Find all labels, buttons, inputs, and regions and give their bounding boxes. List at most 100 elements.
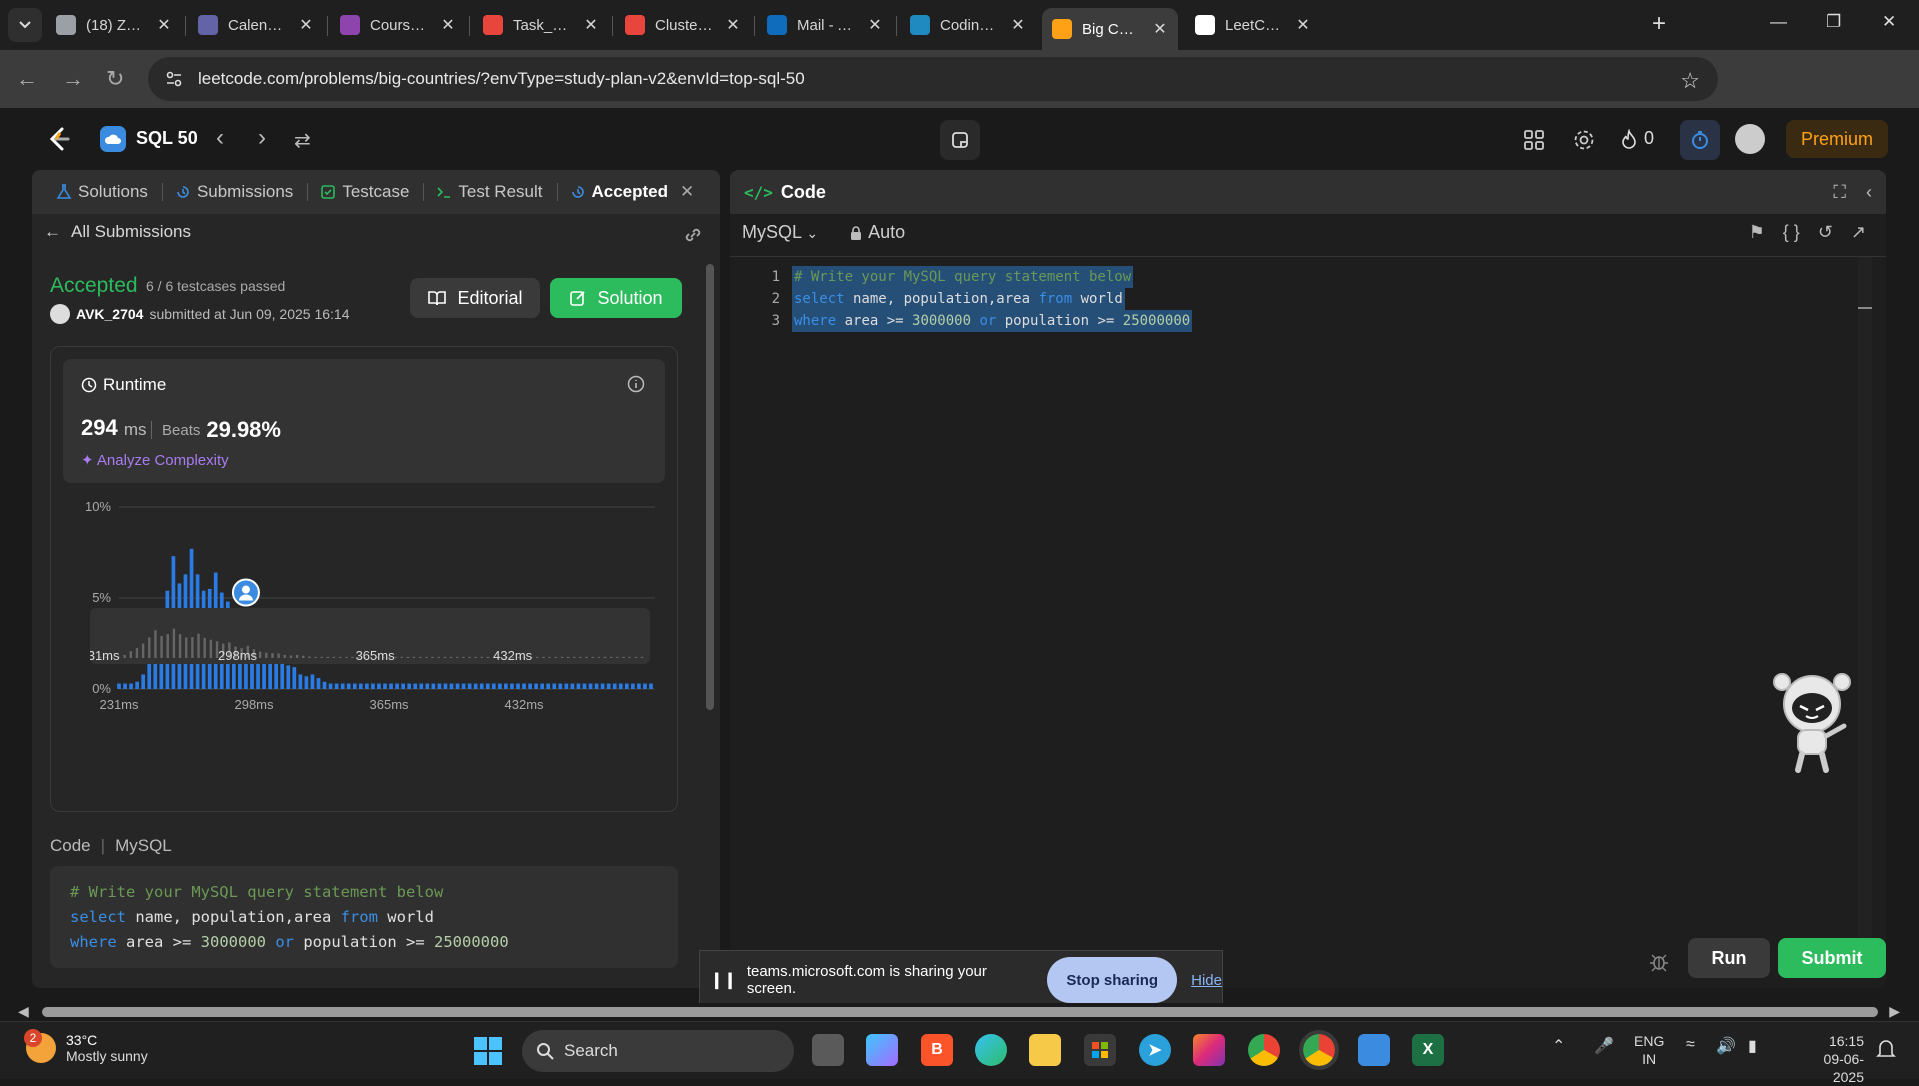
- info-icon[interactable]: [627, 375, 645, 393]
- minimize-icon[interactable]: —: [1770, 12, 1787, 32]
- solution-button[interactable]: Solution: [550, 278, 682, 318]
- chart-range-minimap[interactable]: 231ms 298ms 365ms 432ms: [90, 608, 650, 664]
- browser-tab[interactable]: LeetCode/da ✕: [1185, 8, 1321, 42]
- tab-accepted[interactable]: Accepted ✕: [570, 182, 694, 202]
- prev-problem-icon[interactable]: ‹: [216, 124, 224, 152]
- username[interactable]: AVK_2704: [76, 306, 143, 322]
- analyze-complexity-link[interactable]: ✦ Analyze Complexity: [81, 451, 229, 469]
- back-icon[interactable]: ←: [16, 66, 38, 92]
- site-info-icon[interactable]: [164, 69, 184, 89]
- browser-tab[interactable]: Cluster Detail ✕: [615, 8, 751, 42]
- debug-bug-icon[interactable]: [1648, 950, 1670, 972]
- user-avatar[interactable]: [1735, 124, 1765, 154]
- close-tab-icon[interactable]: ✕: [1295, 15, 1311, 35]
- windows-start-icon[interactable]: [473, 1036, 503, 1066]
- tab-search-button[interactable]: [8, 8, 42, 42]
- notepad-icon[interactable]: [1358, 1034, 1390, 1066]
- excel-icon[interactable]: X: [1412, 1034, 1444, 1066]
- tab-solutions[interactable]: Solutions: [56, 182, 148, 202]
- next-problem-icon[interactable]: ›: [258, 124, 266, 152]
- left-panel-scrollbar[interactable]: [706, 264, 714, 710]
- code-editor[interactable]: 1 2 3 # Write your MySQL query statement…: [730, 256, 1886, 956]
- settings-gear-icon[interactable]: [1572, 128, 1596, 152]
- microsoft-store-icon[interactable]: [1084, 1034, 1116, 1066]
- close-window-icon[interactable]: ✕: [1882, 12, 1896, 32]
- tab-submissions[interactable]: Submissions: [175, 182, 293, 202]
- layout-grid-icon[interactable]: [1522, 128, 1546, 152]
- streak-counter[interactable]: 0: [1620, 128, 1654, 149]
- stop-sharing-button[interactable]: Stop sharing: [1047, 957, 1178, 1003]
- close-tab-icon[interactable]: ✕: [680, 182, 694, 202]
- browser-tab[interactable]: Calendar ✕: [188, 8, 324, 42]
- taskbar-search[interactable]: Search: [522, 1030, 794, 1072]
- all-submissions-link[interactable]: ← All Submissions: [44, 222, 191, 242]
- expand-icon[interactable]: ↗: [1851, 222, 1866, 243]
- close-tab-icon[interactable]: ✕: [1152, 19, 1168, 39]
- close-tab-icon[interactable]: ✕: [583, 15, 599, 35]
- url-bar[interactable]: leetcode.com/problems/big-countries/?env…: [148, 57, 1718, 101]
- show-hidden-icons-icon[interactable]: ⌃: [1552, 1036, 1565, 1056]
- hide-link[interactable]: Hide: [1191, 972, 1222, 989]
- premium-button[interactable]: Premium: [1786, 120, 1888, 158]
- submit-button[interactable]: Submit: [1778, 938, 1886, 978]
- wifi-icon[interactable]: ≈: [1686, 1036, 1695, 1054]
- browser-tab[interactable]: Task_15 - Dat ✕: [473, 8, 609, 42]
- editor-line[interactable]: where area >= 3000000 or population >= 2…: [792, 310, 1193, 332]
- close-tab-icon[interactable]: ✕: [298, 15, 314, 35]
- task-view-icon[interactable]: [812, 1034, 844, 1066]
- bookmark-icon[interactable]: ⚑: [1749, 222, 1765, 243]
- telegram-icon[interactable]: ➤: [1139, 1034, 1171, 1066]
- browser-tab[interactable]: Course: G ✕: [330, 8, 466, 42]
- notes-button[interactable]: [940, 120, 980, 160]
- tab-testcase[interactable]: Testcase: [320, 182, 409, 202]
- close-tab-icon[interactable]: ✕: [440, 15, 456, 35]
- astronaut-mascot-icon[interactable]: [1768, 664, 1858, 774]
- reset-icon[interactable]: ↺: [1818, 222, 1833, 243]
- close-tab-icon[interactable]: ✕: [156, 15, 172, 35]
- leetcode-logo-icon[interactable]: [46, 126, 72, 152]
- input-language[interactable]: ENG IN: [1634, 1032, 1664, 1068]
- language-select[interactable]: MySQL ⌄: [742, 222, 818, 243]
- close-tab-icon[interactable]: ✕: [867, 15, 883, 35]
- close-tab-icon[interactable]: ✕: [1010, 15, 1026, 35]
- study-plan-title[interactable]: SQL 50: [136, 128, 198, 149]
- auto-mode[interactable]: Auto: [850, 222, 905, 243]
- submitted-code-block[interactable]: # Write your MySQL query statement below…: [50, 866, 678, 968]
- share-link-icon[interactable]: [682, 224, 704, 246]
- browser-tab[interactable]: Mail - Aakash ✕: [757, 8, 893, 42]
- chrome-icon[interactable]: [1248, 1034, 1280, 1066]
- file-explorer-icon[interactable]: [1029, 1034, 1061, 1066]
- chrome-profile-icon[interactable]: [1299, 1030, 1339, 1070]
- close-tab-icon[interactable]: ✕: [725, 15, 741, 35]
- runtime-card[interactable]: Runtime 294 ms Beats 29.98% ✦ Analyze Com…: [63, 359, 665, 483]
- brave-icon[interactable]: B: [921, 1034, 953, 1066]
- browser-tab[interactable]: Coding Stream ✕: [900, 8, 1036, 42]
- notification-bell-icon[interactable]: [1876, 1038, 1896, 1060]
- reload-icon[interactable]: ↻: [106, 66, 124, 92]
- url-text[interactable]: leetcode.com/problems/big-countries/?env…: [198, 69, 805, 89]
- format-braces-icon[interactable]: { }: [1783, 222, 1800, 243]
- scroll-left-icon[interactable]: ◀: [18, 1003, 29, 1020]
- bookmark-star-icon[interactable]: ☆: [1680, 68, 1700, 94]
- tab-test-result[interactable]: Test Result: [436, 182, 543, 202]
- timer-button[interactable]: [1680, 120, 1720, 160]
- system-clock[interactable]: 16:15 09-06-2025: [1800, 1032, 1864, 1086]
- horizontal-scrollbar[interactable]: ◀ ▶: [18, 1003, 1900, 1021]
- scroll-right-icon[interactable]: ▶: [1889, 1003, 1900, 1020]
- browser-tab[interactable]: (18) Zoho Peo ✕: [46, 8, 182, 42]
- battery-icon[interactable]: ▮: [1748, 1036, 1757, 1056]
- editorial-button[interactable]: Editorial: [410, 278, 540, 318]
- edge-icon[interactable]: [975, 1034, 1007, 1066]
- browser-tab[interactable]: Big Countries ✕: [1042, 8, 1178, 50]
- copilot-icon[interactable]: [866, 1034, 898, 1066]
- shuffle-icon[interactable]: ⇄: [294, 128, 311, 153]
- weather-widget[interactable]: 2 33°C Mostly sunny: [24, 1029, 148, 1064]
- editor-scrollbar[interactable]: [1858, 257, 1872, 947]
- editor-line[interactable]: select name, population,area from world: [792, 288, 1125, 310]
- fullscreen-icon[interactable]: ⛶: [1833, 182, 1846, 203]
- collapse-panel-icon[interactable]: ‹: [1866, 182, 1872, 203]
- editor-line[interactable]: # Write your MySQL query statement below: [792, 266, 1134, 288]
- microphone-icon[interactable]: 🎤: [1594, 1036, 1614, 1056]
- restore-icon[interactable]: ❐: [1826, 12, 1841, 32]
- instagram-icon[interactable]: [1193, 1034, 1225, 1066]
